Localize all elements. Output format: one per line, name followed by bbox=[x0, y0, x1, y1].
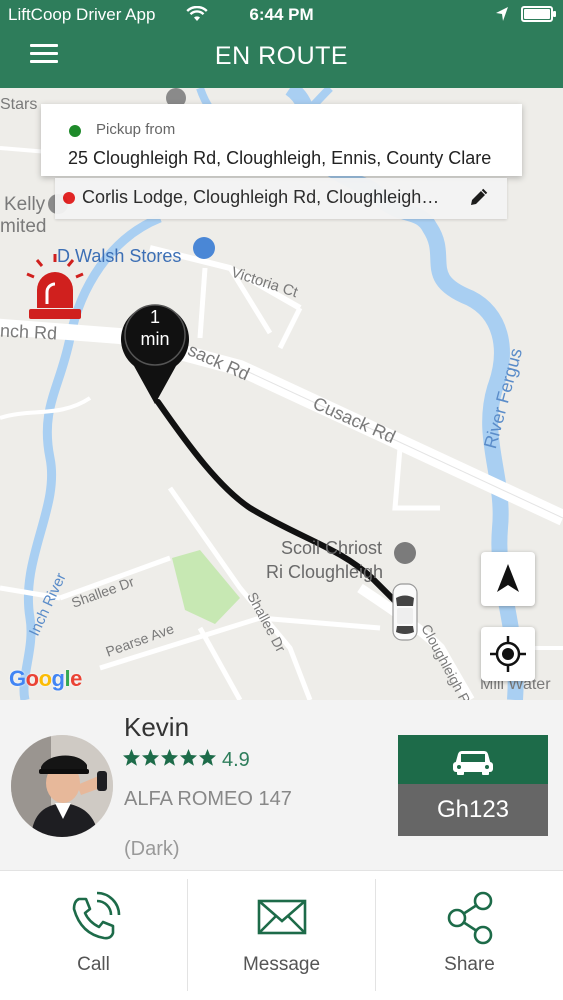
driver-name: Kevin bbox=[124, 712, 190, 742]
map-label-scoil-chriost: Scoil Chriost bbox=[281, 538, 383, 558]
star-icon bbox=[199, 749, 216, 766]
share-label: Share bbox=[444, 954, 495, 975]
navigation-arrow-icon bbox=[497, 564, 519, 592]
eta-unit: min bbox=[140, 329, 170, 349]
car-model: ALFA ROMEO 147 bbox=[124, 788, 292, 810]
recenter-button[interactable] bbox=[481, 627, 535, 681]
google-logo-letter: g bbox=[51, 666, 65, 691]
car-icon bbox=[398, 735, 548, 784]
driver-avatar bbox=[11, 735, 113, 837]
eta-pin: 1 min bbox=[118, 298, 192, 408]
pickup-label: Pickup from bbox=[96, 121, 176, 138]
app-header: LiftCoop Driver App 6:44 PM EN ROUTE bbox=[0, 0, 563, 88]
google-logo-letter: e bbox=[70, 666, 82, 691]
google-logo-letter: o bbox=[25, 666, 39, 691]
edit-pencil-icon[interactable] bbox=[467, 187, 489, 209]
envelope-icon bbox=[257, 899, 307, 935]
status-bar: LiftCoop Driver App 6:44 PM bbox=[0, 0, 563, 30]
eta-value: 1 bbox=[149, 307, 160, 327]
message-label: Message bbox=[242, 954, 321, 975]
rating-stars bbox=[122, 748, 218, 774]
clock: 6:44 PM bbox=[249, 5, 314, 24]
star-icon bbox=[142, 749, 159, 766]
driver-car-icon bbox=[390, 582, 420, 642]
map-label-ri-cloughleigh: Ri Cloughleigh bbox=[266, 562, 384, 582]
star-icon bbox=[180, 749, 197, 766]
share-button[interactable]: Share bbox=[376, 871, 563, 1000]
google-logo-letter: o bbox=[38, 666, 52, 691]
call-button[interactable]: Call bbox=[0, 871, 187, 1000]
google-logo-letter: G bbox=[9, 666, 26, 691]
battery-icon bbox=[521, 6, 556, 22]
driver-rating: 4.9 bbox=[222, 749, 250, 771]
battery-level bbox=[524, 9, 550, 19]
dropoff-card[interactable]: Corlis Lodge, Cloughleigh Rd, Cloughleig… bbox=[55, 178, 507, 219]
dropoff-address: Corlis Lodge, Cloughleigh Rd, Cloughleig… bbox=[82, 187, 442, 207]
emergency-siren-icon[interactable] bbox=[25, 252, 85, 322]
action-bar: Call Message Share bbox=[0, 870, 563, 1000]
share-icon bbox=[447, 891, 493, 945]
call-label: Call bbox=[77, 954, 110, 975]
phone-icon bbox=[72, 891, 121, 940]
vehicle-plate-box: Gh123 bbox=[398, 735, 548, 836]
plate-number: Gh123 bbox=[398, 784, 548, 836]
car-color: (Dark) bbox=[124, 838, 180, 860]
crosshair-icon bbox=[490, 636, 526, 672]
google-logo: Google bbox=[9, 666, 82, 692]
star-icon bbox=[161, 749, 178, 766]
pickup-card[interactable]: Pickup from 25 Cloughleigh Rd, Cloughlei… bbox=[41, 104, 522, 176]
map-label-inch-rd: nch Rd bbox=[0, 320, 58, 344]
location-arrow-icon bbox=[494, 5, 510, 28]
navigate-button[interactable] bbox=[481, 552, 535, 606]
map-label-limited: mited bbox=[0, 216, 47, 237]
pickup-address: 25 Cloughleigh Rd, Cloughleigh, Ennis, C… bbox=[68, 148, 492, 168]
message-button[interactable]: Message bbox=[188, 871, 375, 1000]
dropoff-dot-icon bbox=[63, 192, 75, 204]
star-icon bbox=[123, 749, 140, 766]
page-title: EN ROUTE bbox=[214, 42, 349, 70]
pickup-dot-icon bbox=[69, 125, 81, 137]
map-label-kelly: Kelly bbox=[4, 194, 46, 215]
map-label-stars: Stars bbox=[0, 96, 38, 113]
